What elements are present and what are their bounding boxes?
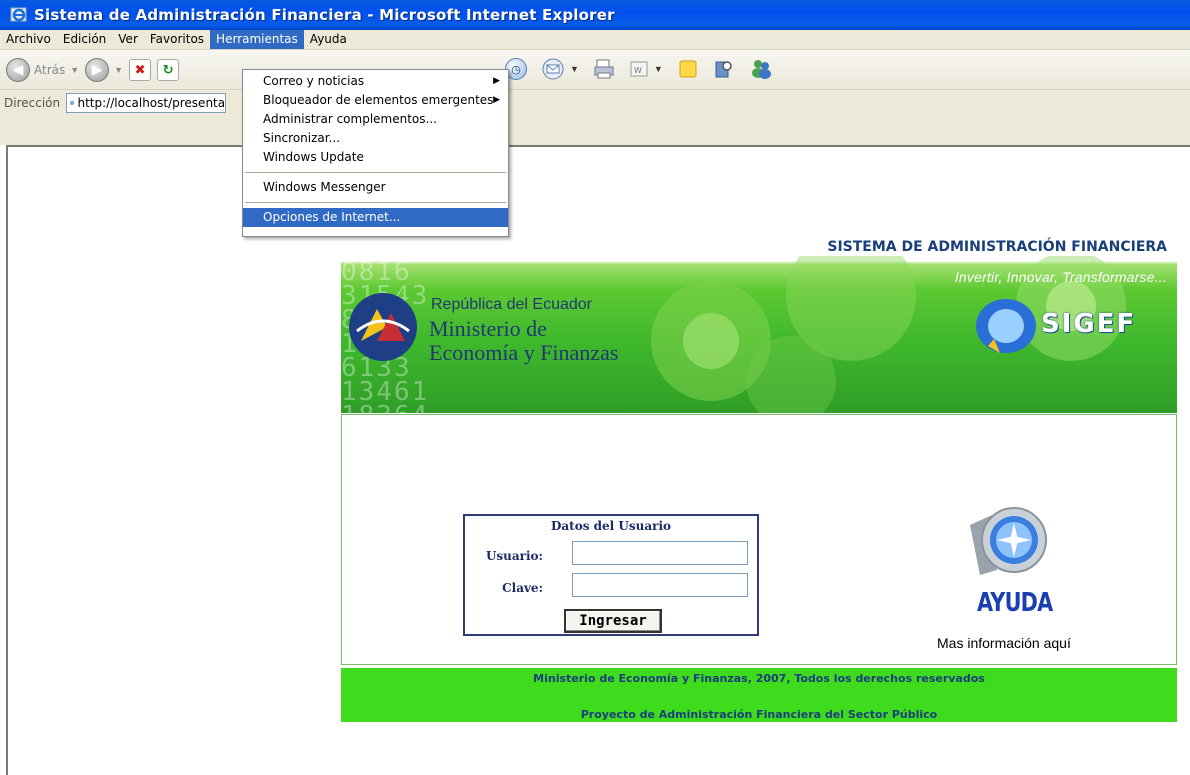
- mail-icon: [542, 58, 564, 80]
- menu-item-windows-update[interactable]: Windows Update: [243, 148, 508, 167]
- menu-ver[interactable]: Ver: [112, 30, 144, 49]
- menu-item-sincronizar[interactable]: Sincronizar...: [243, 129, 508, 148]
- menu-item-opciones-internet[interactable]: Opciones de Internet...: [243, 208, 508, 227]
- system-title: SISTEMA DE ADMINISTRACIÓN FINANCIERA: [827, 239, 1167, 255]
- help-link[interactable]: AYUDA Mas información aquí: [937, 495, 1107, 655]
- address-bar: Dirección http://localhost/presenta: [0, 90, 1190, 145]
- ministerio-text-line2: Economía y Finanzas: [429, 340, 619, 365]
- sigef-logo-text: SIGEF: [1041, 309, 1137, 339]
- menu-item-windows-messenger[interactable]: Windows Messenger: [243, 178, 508, 197]
- back-label: Atrás: [34, 62, 66, 77]
- forward-button[interactable]: ▶ ▼: [85, 57, 123, 82]
- menu-bar: Archivo Edición Ver Favoritos Herramient…: [0, 30, 1190, 50]
- research-icon[interactable]: [713, 58, 735, 80]
- submit-button[interactable]: Ingresar: [564, 609, 662, 633]
- internet-explorer-icon: [10, 7, 27, 22]
- ministerio-text-line1: Ministerio de: [429, 316, 547, 341]
- menu-edicion[interactable]: Edición: [57, 30, 112, 49]
- help-title: AYUDA: [977, 588, 1053, 618]
- user-label: Usuario:: [485, 549, 543, 563]
- user-input[interactable]: [572, 541, 748, 565]
- edit-button[interactable]: W ▼: [629, 59, 663, 79]
- window-title-bar[interactable]: Sistema de Administración Financiera - M…: [0, 0, 1190, 30]
- header-banner: 81569640816315438160161331346118364 Repú…: [341, 236, 1177, 413]
- login-form: Datos del Usuario Usuario: Clave: Ingres…: [463, 514, 759, 636]
- window-title: Sistema de Administración Financiera - M…: [34, 6, 615, 24]
- password-label: Clave:: [502, 581, 543, 595]
- messenger-icon[interactable]: [749, 58, 773, 80]
- back-arrow-icon: ◀: [6, 57, 30, 82]
- stop-button[interactable]: ✖: [129, 58, 152, 81]
- chevron-down-icon[interactable]: ▼: [70, 65, 79, 75]
- help-subtitle: Mas información aquí: [937, 635, 1071, 651]
- address-label: Dirección: [4, 96, 61, 110]
- chevron-down-icon[interactable]: ▼: [570, 64, 579, 74]
- help-compass-icon: [970, 507, 1047, 575]
- login-panel: Datos del Usuario Usuario: Clave: Ingres…: [341, 414, 1177, 665]
- password-input[interactable]: [572, 573, 748, 597]
- page-footer: Ministerio de Economía y Finanzas, 2007,…: [341, 668, 1177, 722]
- svg-text:W: W: [634, 66, 642, 75]
- address-url: http://localhost/presenta: [77, 96, 226, 110]
- forward-arrow-icon: ▶: [85, 57, 110, 82]
- menu-separator: [245, 202, 506, 203]
- menu-item-label: Bloqueador de elementos emergentes: [263, 93, 494, 107]
- stop-icon: ✖: [129, 58, 152, 81]
- menu-item-label: Correo y noticias: [263, 74, 365, 88]
- address-input[interactable]: http://localhost/presenta: [66, 93, 227, 113]
- mail-button[interactable]: ▼: [541, 58, 579, 80]
- submenu-arrow-icon: ▶: [493, 95, 500, 105]
- toolbar-right-group: ◷ ▼ W ▼: [505, 58, 773, 80]
- ministry-logo: [349, 293, 417, 361]
- republica-text: República del Ecuador: [431, 296, 592, 313]
- menu-ayuda[interactable]: Ayuda: [304, 30, 353, 49]
- menu-separator: [245, 172, 506, 173]
- edit-page-icon: W: [630, 61, 648, 77]
- chevron-down-icon[interactable]: ▼: [114, 65, 123, 75]
- menu-item-administrar-complementos[interactable]: Administrar complementos...: [243, 110, 508, 129]
- tools-menu-dropdown: Correo y noticias ▶ Bloqueador de elemen…: [242, 69, 509, 237]
- chevron-down-icon[interactable]: ▼: [654, 64, 663, 74]
- refresh-icon: ↻: [157, 58, 180, 81]
- login-title: Datos del Usuario: [550, 519, 672, 533]
- toolbar: ◀ Atrás ▼ ▶ ▼ ✖ ↻ ◷ ▼ W ▼: [0, 50, 1190, 90]
- menu-herramientas[interactable]: Herramientas: [210, 30, 304, 49]
- menu-item-correo-noticias[interactable]: Correo y noticias ▶: [243, 72, 508, 91]
- menu-archivo[interactable]: Archivo: [0, 30, 57, 49]
- menu-favoritos[interactable]: Favoritos: [144, 30, 210, 49]
- page-ie-icon: [70, 100, 75, 106]
- footer-copyright: Ministerio de Economía y Finanzas, 2007,…: [533, 672, 985, 685]
- back-button[interactable]: ◀ Atrás ▼: [6, 57, 79, 82]
- submenu-arrow-icon: ▶: [493, 76, 500, 86]
- discuss-icon[interactable]: [677, 58, 699, 80]
- print-icon[interactable]: [593, 58, 615, 80]
- footer-project: Proyecto de Administración Financiera de…: [580, 708, 938, 721]
- slogan: Invertir, Innovar, Transformarse...: [954, 269, 1167, 285]
- menu-item-bloqueador[interactable]: Bloqueador de elementos emergentes ▶: [243, 91, 508, 110]
- refresh-button[interactable]: ↻: [157, 58, 180, 81]
